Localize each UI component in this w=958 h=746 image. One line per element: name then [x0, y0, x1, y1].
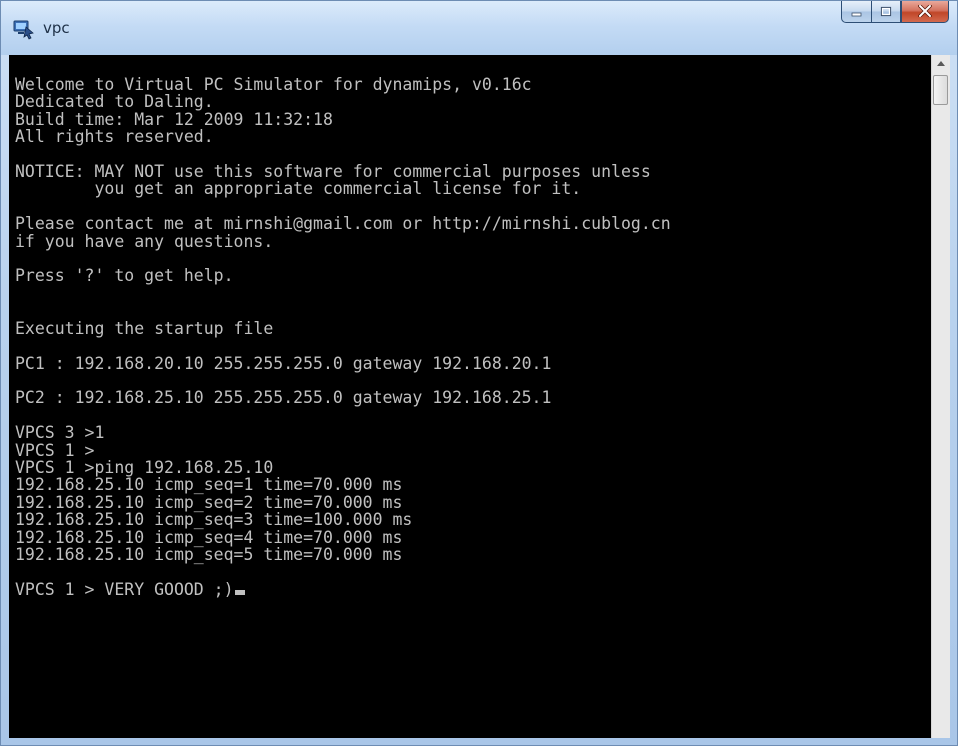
minimize-button[interactable]: [841, 1, 871, 23]
close-icon: [918, 2, 932, 21]
title-bar[interactable]: vpc: [1, 1, 957, 55]
console-text: Welcome to Virtual PC Simulator for dyna…: [15, 76, 671, 598]
console-line: VPCS 1 >ping 192.168.25.10: [15, 457, 274, 477]
console-line: if you have any questions.: [15, 231, 274, 251]
console-line: Dedicated to Daling.: [15, 92, 214, 112]
console-line: Build time: Mar 12 2009 11:32:18: [15, 109, 333, 129]
maximize-button[interactable]: [871, 1, 901, 23]
console-window: vpc Welcome to Virtual PC Simulator for …: [0, 0, 958, 746]
console-line: All rights reserved.: [15, 127, 214, 147]
close-button[interactable]: [901, 1, 949, 23]
console-line: 192.168.25.10 icmp_seq=4 time=70.000 ms: [15, 527, 403, 547]
maximize-icon: [880, 2, 892, 21]
console-line: VPCS 3 >1: [15, 423, 105, 443]
console-line: 192.168.25.10 icmp_seq=3 time=100.000 ms: [15, 510, 413, 530]
vpc-app-icon[interactable]: [12, 18, 36, 40]
vertical-scrollbar[interactable]: [931, 55, 950, 738]
console-line: NOTICE: MAY NOT use this software for co…: [15, 162, 651, 182]
text-cursor: [234, 589, 245, 595]
caption-buttons: [841, 1, 949, 23]
console-line: 192.168.25.10 icmp_seq=2 time=70.000 ms: [15, 492, 403, 512]
console-line: Executing the startup file: [15, 318, 274, 338]
console-line: VPCS 1 > VERY GOOOD ;): [15, 579, 234, 599]
scrollbar-thumb[interactable]: [933, 75, 948, 105]
console-line: you get an appropriate commercial licens…: [15, 179, 582, 199]
console-line: Press '?' to get help.: [15, 266, 234, 286]
scroll-up-arrow-icon[interactable]: [932, 55, 950, 72]
console-line: 192.168.25.10 icmp_seq=5 time=70.000 ms: [15, 544, 403, 564]
scroll-down-arrow-icon[interactable]: [932, 721, 950, 738]
console-line: Please contact me at mirnshi@gmail.com o…: [15, 214, 671, 234]
console-line: PC1 : 192.168.20.10 255.255.255.0 gatewa…: [15, 353, 552, 373]
console-line: VPCS 1 >: [15, 440, 95, 460]
console-line: 192.168.25.10 icmp_seq=1 time=70.000 ms: [15, 475, 403, 495]
window-title: vpc: [43, 19, 70, 37]
console-output-area[interactable]: Welcome to Virtual PC Simulator for dyna…: [9, 55, 931, 738]
minimize-icon: [851, 2, 863, 21]
console-line: PC2 : 192.168.25.10 255.255.255.0 gatewa…: [15, 388, 552, 408]
console-line: Welcome to Virtual PC Simulator for dyna…: [15, 75, 532, 94]
